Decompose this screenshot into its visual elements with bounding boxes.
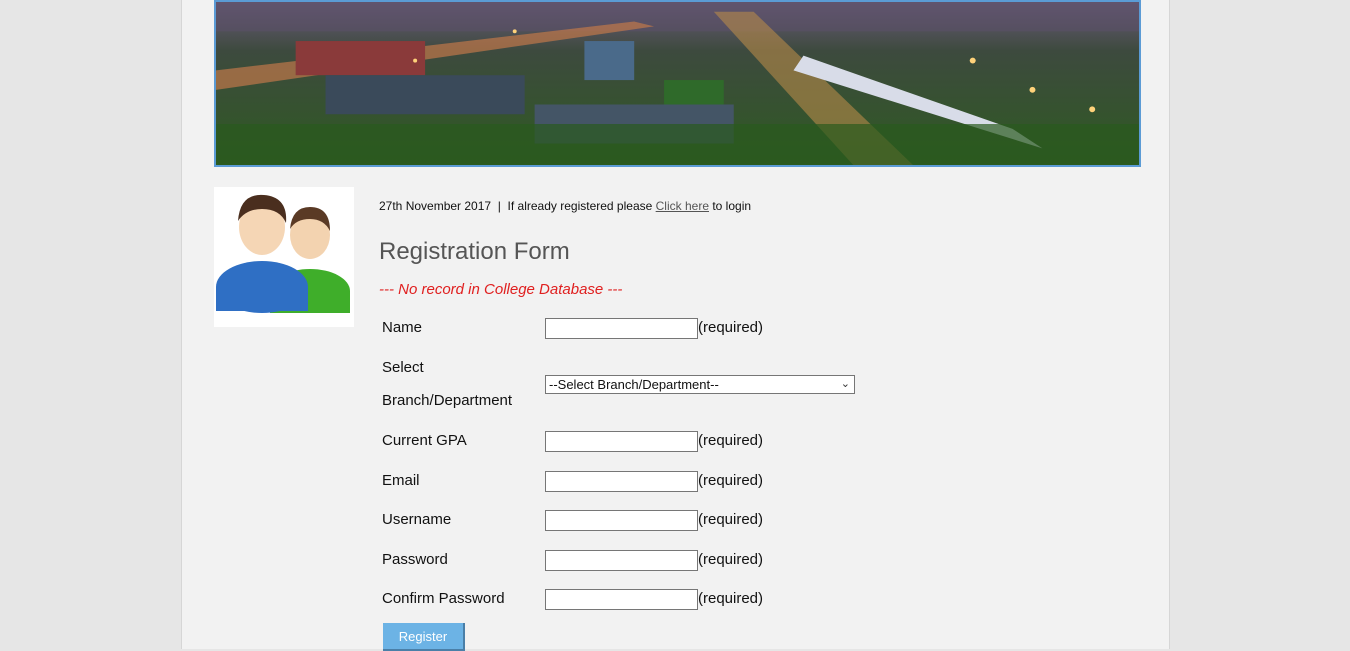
error-notice: --- No record in College Database --- <box>379 281 623 298</box>
separator: | <box>497 199 501 213</box>
branch-select-value: --Select Branch/Department-- <box>549 377 719 392</box>
username-label: Username <box>382 511 452 528</box>
gpa-required-note: (required) <box>698 432 764 449</box>
password-input[interactable] <box>545 550 698 571</box>
branch-label-line2: Branch/Department <box>382 392 513 409</box>
login-suffix-text: to login <box>712 199 752 213</box>
confirm-password-input[interactable] <box>545 589 698 610</box>
name-required-note: (required) <box>698 319 764 336</box>
branch-label-line1: Select <box>382 359 424 376</box>
login-link[interactable]: Click here <box>656 199 709 213</box>
email-required-note: (required) <box>698 472 764 489</box>
gpa-label: Current GPA <box>382 432 467 449</box>
current-date: 27th November 2017 <box>379 199 492 213</box>
login-prefix-text: If already registered please <box>507 199 653 213</box>
confirm-password-required-note: (required) <box>698 590 764 607</box>
email-label: Email <box>382 472 420 489</box>
password-required-note: (required) <box>698 551 764 568</box>
date-login-line: 27th November 2017 | If already register… <box>379 199 751 213</box>
users-icon <box>214 187 354 327</box>
email-input[interactable] <box>545 471 698 492</box>
confirm-password-label: Confirm Password <box>382 590 505 607</box>
name-label: Name <box>382 319 423 336</box>
page-title: Registration Form <box>379 238 570 265</box>
password-label: Password <box>382 551 448 568</box>
username-input[interactable] <box>545 510 698 531</box>
campus-banner-image <box>214 0 1141 167</box>
name-input[interactable] <box>545 318 698 339</box>
chevron-down-icon: ⌄ <box>840 378 850 390</box>
branch-select[interactable]: --Select Branch/Department-- ⌄ <box>545 375 855 394</box>
gpa-input[interactable] <box>545 431 698 452</box>
username-required-note: (required) <box>698 511 764 528</box>
register-button[interactable]: Register <box>383 623 465 651</box>
